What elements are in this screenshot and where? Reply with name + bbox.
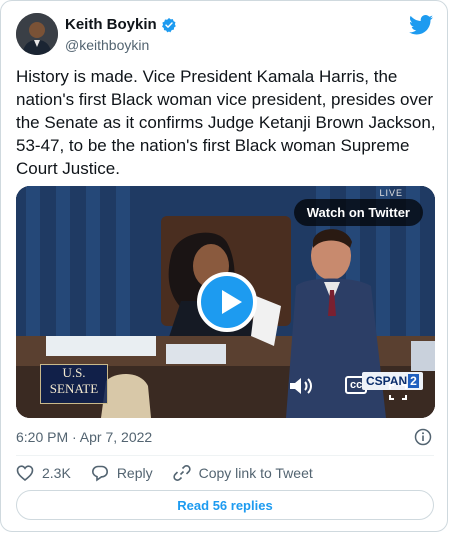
copy-link-button[interactable]: Copy link to Tweet [172,464,313,482]
tweet-text: History is made. Vice President Kamala H… [16,67,436,178]
verified-badge-icon [161,17,176,32]
reply-label: Reply [116,465,153,481]
fullscreen-icon[interactable] [389,384,407,400]
tweet-timestamp[interactable]: 6:20 PM · Apr 7, 2022 [16,429,152,445]
author-name[interactable]: Keith Boykin [65,16,157,33]
reply-button[interactable]: Reply [91,464,153,482]
volume-icon[interactable] [288,376,314,396]
divider [16,455,434,456]
us-senate-logo: U.S. SENATE [40,364,108,404]
network-number: 2 [408,374,419,388]
play-button[interactable] [197,272,257,332]
tweet-card: Keith Boykin @keithboykin History is mad… [0,0,448,532]
author-row: Keith Boykin [65,16,177,33]
reply-icon [91,465,108,482]
author-handle[interactable]: @keithboykin [65,37,149,53]
network-prefix: C [366,374,375,388]
twitter-bird-icon[interactable] [409,15,433,35]
heart-icon [16,465,34,482]
link-icon [172,465,191,481]
avatar[interactable] [16,13,58,55]
read-replies-button[interactable]: Read 56 replies [16,490,434,520]
like-button[interactable]: 2.3K [16,464,71,482]
watch-on-twitter-button[interactable]: Watch on Twitter [293,199,423,226]
copy-link-label: Copy link to Tweet [198,465,313,481]
info-icon[interactable] [414,428,432,446]
like-count: 2.3K [42,465,71,481]
senate-logo-line-1: U.S. [62,365,86,380]
senate-logo-line-2: SENATE [49,381,99,396]
live-indicator: LIVE [379,188,403,198]
tweet-actions: 2.3K Reply Copy link to Tweet [16,464,333,482]
video-player[interactable]: LIVE Watch on Twitter U.S. SENATE cc CSP… [16,186,435,418]
